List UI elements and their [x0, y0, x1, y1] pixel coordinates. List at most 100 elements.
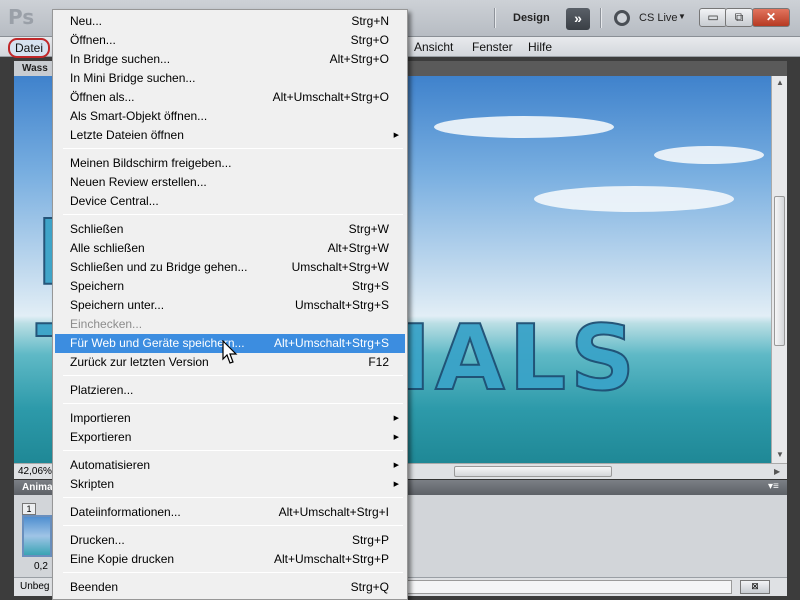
menu-item-label: Neuen Review erstellen... [70, 175, 207, 189]
menu-item-shortcut: Strg+N [351, 14, 389, 28]
menu-item: Einchecken... [55, 315, 405, 334]
menu-item-label: Exportieren [70, 430, 132, 444]
menu-item[interactable]: Platzieren... [55, 381, 405, 400]
photoshop-logo: Ps [8, 5, 35, 29]
menu-item-label: Für Web und Geräte speichern... [70, 336, 245, 350]
menu-item-shortcut: Strg+P [351, 533, 389, 547]
horizontal-scroll-thumb[interactable] [454, 466, 612, 477]
frame-delay[interactable]: 0,2 [34, 561, 48, 572]
menu-item-shortcut: Strg+Q [350, 580, 389, 594]
menu-item-label: In Mini Bridge suchen... [70, 71, 196, 85]
menu-item-label: Öffnen als... [70, 90, 135, 104]
menu-datei[interactable]: Datei [8, 38, 51, 58]
datei-menu-dropdown: Neu... Strg+N Öffnen... Strg+O In Bridge suc… [52, 9, 408, 600]
menu-item-label: Schließen und zu Bridge gehen... [70, 260, 248, 274]
menu-separator [63, 450, 403, 451]
animation-panel-title[interactable]: Anima [22, 482, 53, 493]
menu-item[interactable]: Neu... Strg+N [55, 12, 405, 31]
menu-item-label: Zurück zur letzten Version [70, 355, 209, 369]
cs-live-icon[interactable] [614, 10, 630, 26]
menu-item-shortcut: Umschalt+Strg+W [291, 260, 389, 274]
menu-separator [63, 375, 403, 376]
cloud [434, 116, 614, 138]
toolbar-separator [600, 8, 602, 28]
menu-item[interactable]: Letzte Dateien öffnen ▶ [55, 126, 405, 145]
vertical-scroll-thumb[interactable] [774, 196, 785, 346]
menu-item[interactable]: Alle schließen Alt+Strg+W [55, 239, 405, 258]
restore-button[interactable]: ⧉ [725, 8, 753, 27]
menu-item[interactable]: Schließen und zu Bridge gehen... Umschalt… [55, 258, 405, 277]
menu-item-shortcut: F12 [368, 355, 389, 369]
menu-separator [63, 497, 403, 498]
menu-item-label: Neu... [70, 14, 103, 28]
menu-item[interactable]: Drucken... Strg+P [55, 531, 405, 550]
menu-item[interactable]: Speichern unter... Umschalt+Strg+S [55, 296, 405, 315]
menu-item[interactable]: Importieren ▶ [55, 409, 405, 428]
submenu-arrow-icon: ▶ [393, 462, 399, 469]
menu-item-label: Importieren [70, 411, 131, 425]
menu-item-label: Als Smart-Objekt öffnen... [70, 109, 208, 123]
submenu-arrow-icon: ▶ [393, 481, 399, 488]
scroll-right-icon[interactable]: ▶ [774, 467, 780, 476]
close-button[interactable]: ✕ [752, 8, 790, 27]
workspace-label[interactable]: Design [513, 12, 550, 24]
menu-ansicht[interactable]: Ansicht [414, 40, 453, 54]
submenu-arrow-icon: ▶ [393, 132, 399, 139]
menu-item-shortcut: Umschalt+Strg+S [294, 298, 389, 312]
menu-item[interactable]: Device Central... [55, 192, 405, 211]
menu-item-shortcut: Strg+W [348, 222, 389, 236]
menu-item[interactable]: Beenden Strg+Q [55, 578, 405, 597]
menu-item-label: Schließen [70, 222, 124, 236]
cloud [654, 146, 764, 164]
menu-item[interactable]: In Bridge suchen... Alt+Strg+O [55, 50, 405, 69]
menu-item[interactable]: Schließen Strg+W [55, 220, 405, 239]
zoom-level[interactable]: 42,06% [18, 466, 52, 477]
minimize-button[interactable]: ▭ [699, 8, 727, 27]
menu-item-label: Drucken... [70, 533, 125, 547]
menu-item[interactable]: Speichern Strg+S [55, 277, 405, 296]
menu-item[interactable]: Öffnen... Strg+O [55, 31, 405, 50]
menu-hilfe[interactable]: Hilfe [528, 40, 552, 54]
menu-separator [63, 572, 403, 573]
menu-item-label: Alle schließen [70, 241, 145, 255]
menu-item[interactable]: Eine Kopie drucken Alt+Umschalt+Strg+P [55, 550, 405, 569]
menu-item[interactable]: Automatisieren ▶ [55, 456, 405, 475]
menu-item-shortcut: Alt+Strg+O [329, 52, 389, 66]
menu-fenster[interactable]: Fenster [472, 40, 513, 54]
menu-item-shortcut: Alt+Umschalt+Strg+S [273, 336, 389, 350]
menu-item[interactable]: Exportieren ▶ [55, 428, 405, 447]
menu-item[interactable]: Öffnen als... Alt+Umschalt+Strg+O [55, 88, 405, 107]
menu-item[interactable]: Meinen Bildschirm freigeben... [55, 154, 405, 173]
menu-item-label: Skripten [70, 477, 115, 491]
menu-separator [63, 525, 403, 526]
mouse-cursor-icon [222, 340, 238, 364]
menu-separator [63, 214, 403, 215]
submenu-arrow-icon: ▶ [393, 415, 399, 422]
scroll-down-icon[interactable]: ▼ [776, 450, 784, 459]
menu-separator [63, 403, 403, 404]
menu-item[interactable]: Neuen Review erstellen... [55, 173, 405, 192]
menu-item[interactable]: Als Smart-Objekt öffnen... [55, 107, 405, 126]
submenu-arrow-icon: ▶ [393, 434, 399, 441]
loop-option[interactable]: Unbeg [20, 581, 49, 592]
menu-item-shortcut: Strg+S [351, 279, 389, 293]
chevron-down-icon[interactable]: ▼ [678, 12, 686, 21]
menu-item[interactable]: Skripten ▶ [55, 475, 405, 494]
frame-thumbnail[interactable] [22, 515, 52, 557]
workspace-expand-button[interactable]: » [566, 8, 590, 30]
menu-item-label: Einchecken... [70, 317, 143, 331]
cs-live-label[interactable]: CS Live [639, 12, 678, 24]
menu-item-shortcut: Alt+Strg+W [327, 241, 389, 255]
vertical-scrollbar[interactable]: ▲ ▼ [771, 76, 787, 463]
convert-timeline-icon[interactable]: ⊠ [740, 580, 770, 594]
menu-item-shortcut: Alt+Umschalt+Strg+I [278, 505, 389, 519]
menu-item-label: Speichern unter... [70, 298, 165, 312]
scroll-up-icon[interactable]: ▲ [776, 78, 784, 87]
menu-item-label: Speichern [70, 279, 125, 293]
menu-item-label: Automatisieren [70, 458, 151, 472]
menu-item[interactable]: In Mini Bridge suchen... [55, 69, 405, 88]
panel-menu-icon[interactable]: ▾≡ [768, 481, 779, 492]
toolbar-separator [494, 8, 496, 28]
menu-item-label: Platzieren... [70, 383, 134, 397]
menu-item[interactable]: Dateiinformationen... Alt+Umschalt+Strg+I [55, 503, 405, 522]
